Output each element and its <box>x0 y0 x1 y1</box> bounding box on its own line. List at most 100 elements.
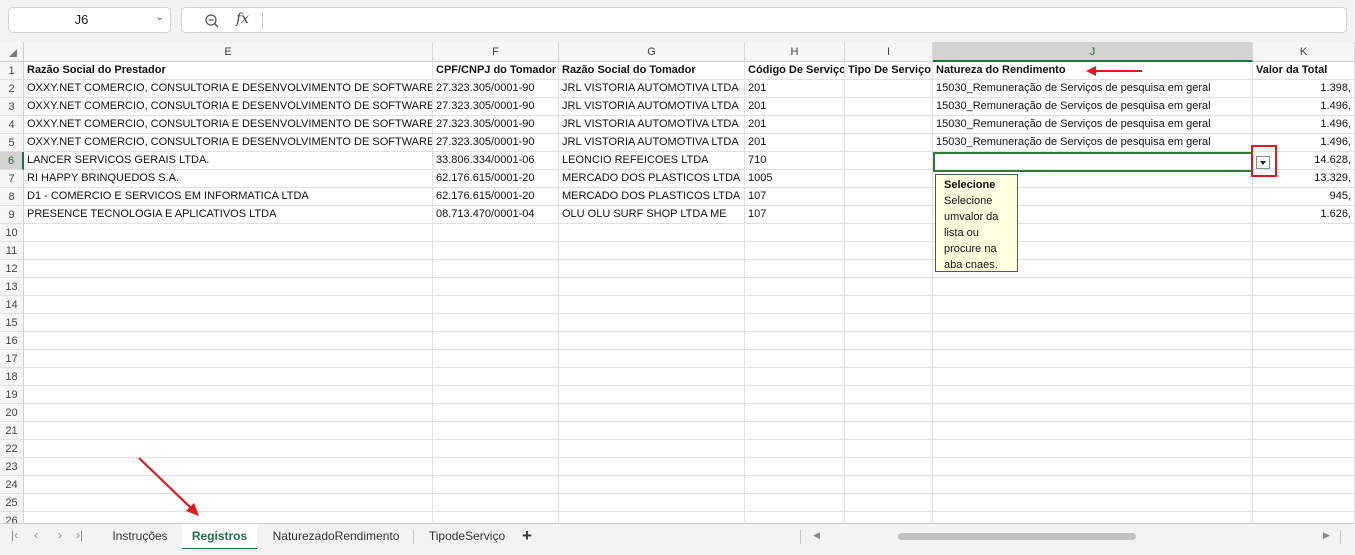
table-cell[interactable]: JRL VISTORIA AUTOMOTIVA LTDA <box>559 134 745 152</box>
row-number[interactable]: 2 <box>0 80 24 98</box>
table-cell[interactable] <box>845 134 933 152</box>
table-cell[interactable]: 15030_Remuneração de Serviços de pesquis… <box>933 116 1253 134</box>
table-cell[interactable] <box>933 422 1253 440</box>
table-cell[interactable] <box>433 314 559 332</box>
table-cell[interactable]: RI HAPPY BRINQUEDOS S.A. <box>24 170 433 188</box>
tab-registros[interactable]: Registros <box>182 524 257 550</box>
table-cell[interactable] <box>845 170 933 188</box>
table-cell[interactable] <box>433 278 559 296</box>
header-cell[interactable]: Natureza do Rendimento <box>933 62 1253 80</box>
column-header-j[interactable]: J <box>933 42 1253 62</box>
header-cell[interactable]: Razão Social do Tomador <box>559 62 745 80</box>
zoom-icon[interactable] <box>204 13 220 29</box>
table-cell[interactable]: JRL VISTORIA AUTOMOTIVA LTDA <box>559 98 745 116</box>
column-header-k[interactable]: K <box>1253 42 1355 62</box>
table-cell[interactable]: 08.713.470/0001-04 <box>433 206 559 224</box>
table-cell[interactable] <box>433 260 559 278</box>
row-number[interactable]: 22 <box>0 440 24 458</box>
name-box-value[interactable]: J6 <box>9 8 154 32</box>
row-number[interactable]: 23 <box>0 458 24 476</box>
table-cell[interactable] <box>745 476 845 494</box>
table-cell[interactable] <box>845 296 933 314</box>
table-cell[interactable] <box>433 512 559 523</box>
table-cell[interactable] <box>24 224 433 242</box>
table-cell[interactable] <box>24 368 433 386</box>
table-cell[interactable] <box>24 386 433 404</box>
spreadsheet-grid[interactable]: EFGHIJK 1 Razão Social do Prestador CPF/CN… <box>0 42 1355 523</box>
table-cell[interactable] <box>1253 494 1355 512</box>
table-cell[interactable] <box>559 458 745 476</box>
scroll-right-icon[interactable]: ▶ <box>1323 530 1330 541</box>
table-cell[interactable] <box>559 404 745 422</box>
column-header-h[interactable]: H <box>745 42 845 62</box>
header-cell[interactable]: Razão Social do Prestador <box>24 62 433 80</box>
table-cell[interactable] <box>845 386 933 404</box>
table-cell[interactable] <box>433 404 559 422</box>
row-number[interactable]: 26 <box>0 512 24 523</box>
table-cell[interactable] <box>845 368 933 386</box>
next-sheet-icon[interactable]: › <box>58 528 62 542</box>
table-cell[interactable]: MERCADO DOS PLASTICOS LTDA <box>559 188 745 206</box>
table-cell[interactable] <box>745 422 845 440</box>
table-cell[interactable] <box>745 224 845 242</box>
table-cell[interactable] <box>559 350 745 368</box>
table-cell[interactable] <box>845 188 933 206</box>
row-number[interactable]: 25 <box>0 494 24 512</box>
last-sheet-icon[interactable]: ›| <box>76 528 83 542</box>
table-cell[interactable]: 107 <box>745 206 845 224</box>
table-cell[interactable]: 15030_Remuneração de Serviços de pesquis… <box>933 80 1253 98</box>
table-cell[interactable] <box>24 440 433 458</box>
table-cell[interactable] <box>433 224 559 242</box>
table-cell[interactable]: 33.806.334/0001-06 <box>433 152 559 170</box>
table-cell[interactable]: PRESENCE TECNOLOGIA E APLICATIVOS LTDA <box>24 206 433 224</box>
row-number[interactable]: 7 <box>0 170 24 188</box>
table-cell[interactable] <box>559 494 745 512</box>
table-cell[interactable] <box>24 494 433 512</box>
row-number[interactable]: 14 <box>0 296 24 314</box>
row-number[interactable]: 12 <box>0 260 24 278</box>
table-cell[interactable]: 62.176.615/0001-20 <box>433 188 559 206</box>
table-cell[interactable] <box>433 242 559 260</box>
tab-tipodeservico[interactable]: TipodeServiço <box>418 524 516 550</box>
tab-naturezadorendimento[interactable]: NaturezadoRendimento <box>262 524 410 550</box>
table-cell[interactable] <box>559 386 745 404</box>
table-cell[interactable] <box>845 476 933 494</box>
table-cell[interactable]: JRL VISTORIA AUTOMOTIVA LTDA <box>559 116 745 134</box>
table-cell[interactable] <box>933 458 1253 476</box>
table-cell[interactable]: 710 <box>745 152 845 170</box>
table-cell[interactable]: OXXY.NET COMERCIO, CONSULTORIA E DESENVO… <box>24 116 433 134</box>
table-cell[interactable]: 15030_Remuneração de Serviços de pesquis… <box>933 98 1253 116</box>
prev-sheet-icon[interactable]: ‹ <box>34 528 38 542</box>
row-number[interactable]: 3 <box>0 98 24 116</box>
table-cell[interactable] <box>845 404 933 422</box>
row-number[interactable]: 24 <box>0 476 24 494</box>
table-cell[interactable] <box>24 512 433 523</box>
table-cell[interactable] <box>1253 512 1355 523</box>
table-cell[interactable] <box>433 422 559 440</box>
table-cell[interactable] <box>845 206 933 224</box>
row-number[interactable]: 16 <box>0 332 24 350</box>
row-number[interactable]: 4 <box>0 116 24 134</box>
row-number[interactable]: 21 <box>0 422 24 440</box>
validation-dropdown-button[interactable] <box>1256 156 1270 169</box>
select-all-corner[interactable] <box>0 42 24 62</box>
table-cell[interactable] <box>1253 314 1355 332</box>
row-number[interactable]: 18 <box>0 368 24 386</box>
table-cell[interactable] <box>845 422 933 440</box>
table-cell[interactable] <box>559 296 745 314</box>
table-cell[interactable] <box>933 476 1253 494</box>
column-header-e[interactable]: E <box>24 42 433 62</box>
table-cell[interactable] <box>559 332 745 350</box>
table-cell[interactable]: 201 <box>745 98 845 116</box>
table-cell[interactable] <box>933 314 1253 332</box>
horizontal-scrollbar-thumb[interactable] <box>898 533 1136 540</box>
table-cell[interactable] <box>433 458 559 476</box>
table-cell[interactable]: 201 <box>745 116 845 134</box>
table-cell[interactable] <box>1253 422 1355 440</box>
table-cell[interactable] <box>1253 404 1355 422</box>
table-cell[interactable]: 1005 <box>745 170 845 188</box>
table-cell[interactable] <box>845 512 933 523</box>
formula-input[interactable]: fx <box>181 7 1347 33</box>
table-cell[interactable] <box>845 314 933 332</box>
table-cell[interactable]: 62.176.615/0001-20 <box>433 170 559 188</box>
